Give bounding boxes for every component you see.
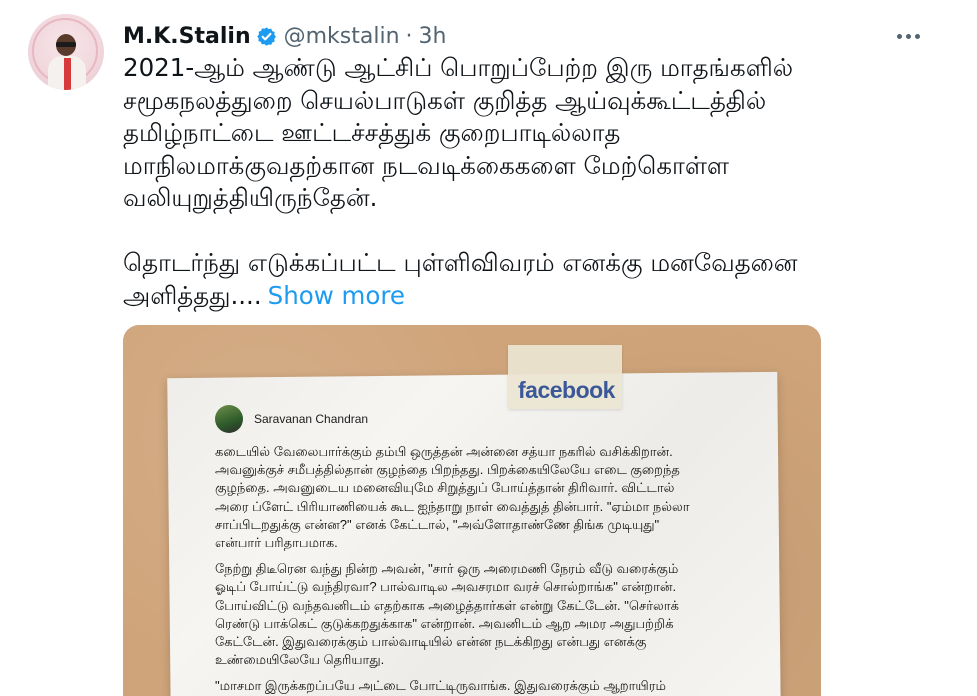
tweet-text-line: வலியுறுத்தியிருந்தேன். <box>123 183 378 212</box>
facebook-logo: facebook <box>518 377 615 403</box>
post-line: அரை ப்ளேட் பிரியாணியைக் கூட ஐந்தாறு நாள்… <box>215 498 690 514</box>
post-paragraph-gap <box>215 669 735 677</box>
post-line: ஓடிப் போய்ட்டு வந்திரவா? பால்வாடில அவசரம… <box>215 579 677 595</box>
author-avatar[interactable] <box>28 14 104 90</box>
tweet-timestamp[interactable]: 3h <box>419 24 447 49</box>
tweet-text-line: சமூகநலத்துறை செயல்பாடுகள் குறித்த ஆய்வுக… <box>123 85 767 115</box>
tweet-text-last-line: அளித்தது.... Show more <box>123 280 943 313</box>
tweet-media-image[interactable]: facebook Saravanan Chandran கடையில் வேலை… <box>123 325 821 696</box>
avatar-shawl <box>64 58 71 90</box>
post-author-avatar <box>215 405 243 433</box>
more-options-icon[interactable] <box>894 22 922 50</box>
tweet-text-line: தமிழ்நாட்டை ஊட்டச்சத்துக் குறைபாடில்லாத <box>123 118 621 147</box>
post-line: போய்விட்டு வந்தவனிடம் எதற்காக அழைத்தார்க… <box>215 597 679 613</box>
tweet-text-line: அளித்தது.... <box>123 280 262 310</box>
post-line: "மாசமா இருக்கறப்பயே அட்டை போட்டிருவாங்க.… <box>215 678 666 694</box>
post-line: என்பார் பரிதாபமாக. <box>215 535 338 551</box>
post-body: கடையில் வேலைபார்க்கும் தம்பி ஒருத்தன் அன… <box>215 443 735 696</box>
tweet-text-line: மாநிலமாக்குவதற்கான நடவடிக்கைகளை மேற்கொள்… <box>123 150 730 180</box>
author-handle[interactable]: @mkstalin <box>284 24 400 49</box>
post-line: நேற்று திடீரென வந்து நின்ற அவன், "சார் ஒ… <box>215 561 679 577</box>
tweet-text-line: தொடர்ந்து எடுக்கப்பட்ட புள்ளிவிவரம் எனக்… <box>123 248 798 277</box>
post-line: ரெண்டு பாக்கெட் குடுக்கறதுக்காக" என்றான்… <box>215 615 674 631</box>
verified-badge-icon <box>256 26 276 46</box>
author-name[interactable]: M.K.Stalin <box>123 24 251 49</box>
more-dot <box>905 33 911 39</box>
tweet-header: M.K.Stalin @mkstalin · 3h <box>123 20 446 52</box>
more-dot <box>896 33 902 39</box>
post-line: உண்மையிலேயே தெரியாது. <box>215 652 385 668</box>
tweet-text: 2021-ஆம் ஆண்டு ஆட்சிப் பொறுப்பேற்ற இரு ம… <box>123 52 943 312</box>
avatar-glasses <box>56 42 76 47</box>
post-line: கடையில் வேலைபார்க்கும் தம்பி ஒருத்தன் அன… <box>215 444 673 459</box>
post-paragraph-gap <box>215 552 735 560</box>
show-more-link[interactable]: Show more <box>268 281 405 310</box>
post-line: குழந்தை. அவனுடைய மனைவியுமே சிறுத்துப் போ… <box>215 480 675 496</box>
separator-dot: · <box>405 23 413 49</box>
tweet-text-line: 2021-ஆம் ஆண்டு ஆட்சிப் பொறுப்பேற்ற இரு ம… <box>123 53 794 82</box>
post-line: கேட்டேன். இதுவரைக்கும் பால்வாடியில் என்ன… <box>215 634 647 650</box>
post-line: சாப்பிடறதுக்கு என்ன?" எனக் கேட்டால், "அவ… <box>215 516 660 532</box>
post-author: Saravanan Chandran <box>215 405 368 433</box>
post-line: அவனுக்குச் சமீபத்தில்தான் குழந்தை பிறந்த… <box>215 462 680 478</box>
more-dot <box>914 33 920 39</box>
post-author-name: Saravanan Chandran <box>254 412 369 426</box>
